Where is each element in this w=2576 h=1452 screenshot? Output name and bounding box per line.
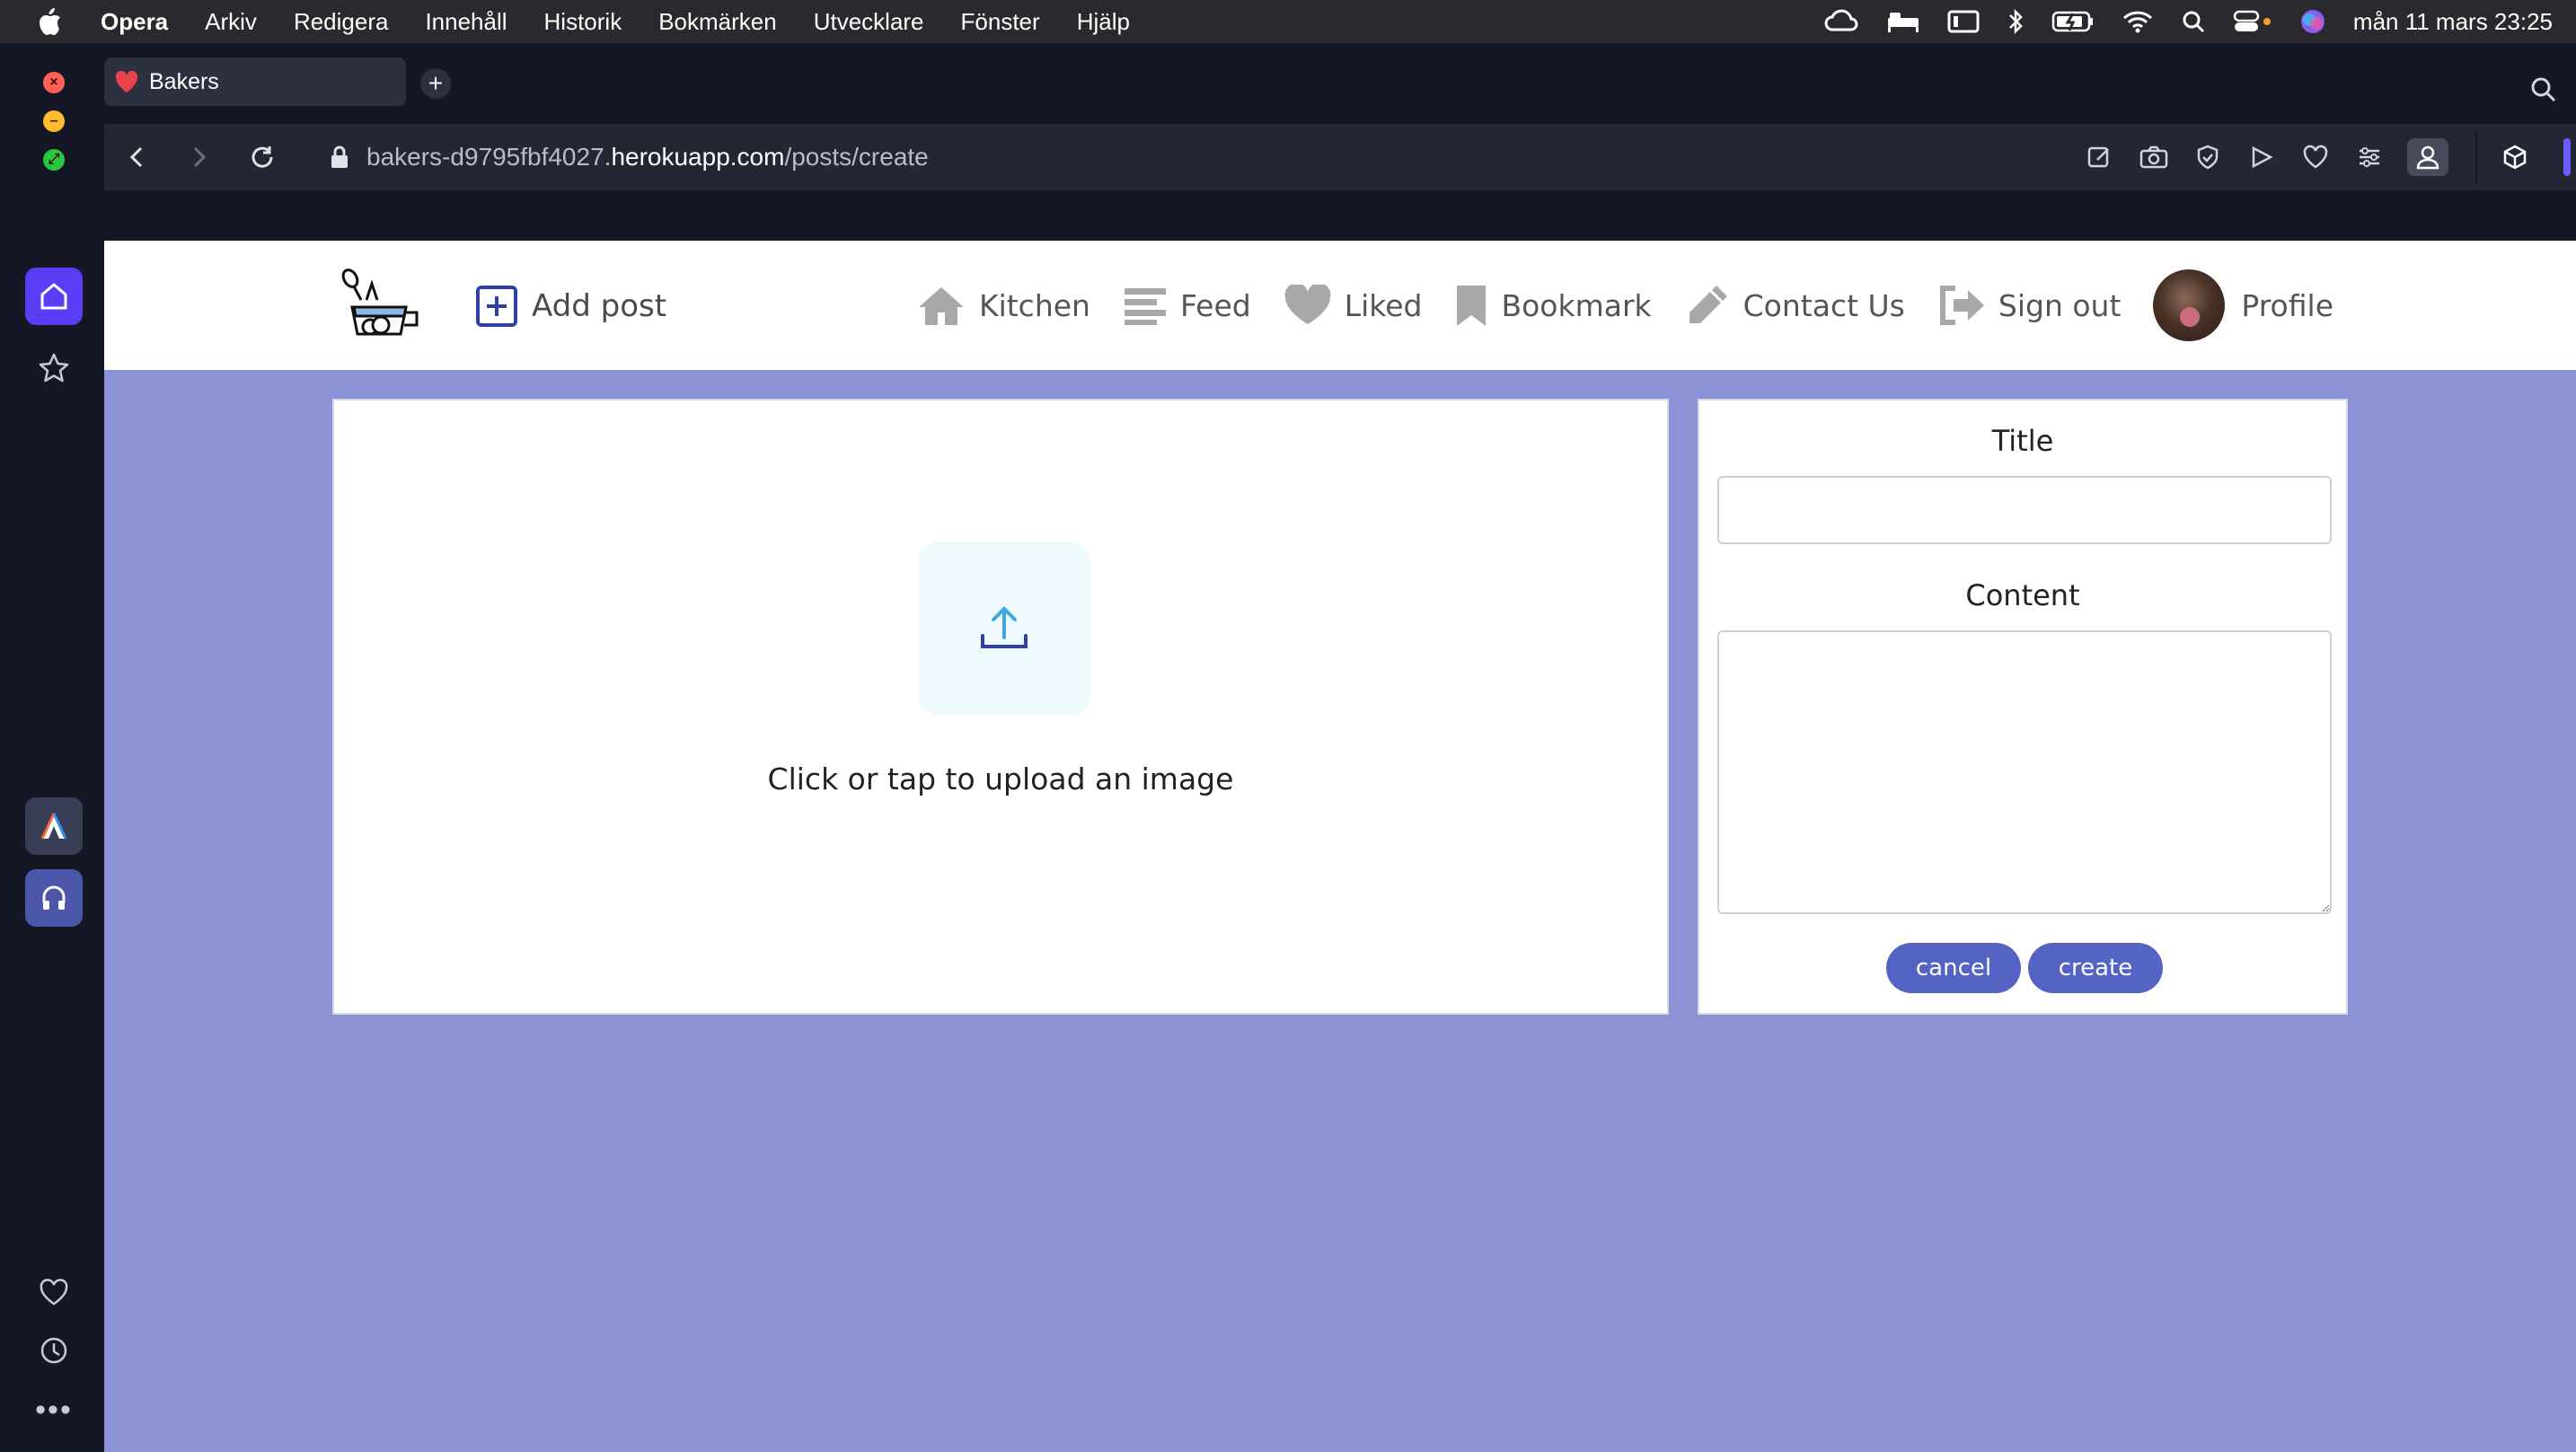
nav-kitchen[interactable]: Kitchen (916, 284, 1090, 327)
sign-out-icon (1937, 285, 1986, 326)
menubar-clock[interactable]: mån 11 mars 23:25 (2353, 8, 2553, 36)
heart-icon (1284, 285, 1332, 326)
nav-signout-label: Sign out (1998, 287, 2122, 323)
my-flow-heart-icon[interactable] (25, 1264, 83, 1322)
sidebar-toggle-icon[interactable] (1947, 9, 1980, 34)
create-button[interactable]: create (2028, 943, 2163, 993)
forward-icon[interactable] (181, 139, 217, 175)
title-input[interactable] (1717, 476, 2332, 544)
image-upload-area[interactable]: Click or tap to upload an image (332, 399, 1669, 1015)
extensions-cube-icon[interactable] (2499, 141, 2531, 173)
bookmark-icon (1454, 283, 1488, 328)
star-speed-dial-icon[interactable] (25, 339, 83, 397)
bed-icon[interactable] (1886, 9, 1920, 34)
title-label: Title (1991, 424, 2054, 458)
macos-menu-bar: Opera Arkiv Redigera Innehåll Historik B… (0, 0, 2576, 43)
nav-feed-label: Feed (1179, 287, 1251, 323)
reload-icon[interactable] (244, 139, 280, 175)
back-icon[interactable] (119, 139, 154, 175)
camera-snapshot-icon[interactable] (2138, 141, 2170, 173)
home-icon[interactable] (25, 268, 83, 325)
menu-arkiv[interactable]: Arkiv (205, 8, 257, 36)
close-window-icon[interactable]: × (43, 72, 65, 93)
upload-icon-box[interactable] (918, 542, 1090, 715)
creative-cloud-icon[interactable] (1823, 8, 1859, 35)
menu-innehall[interactable]: Innehåll (425, 8, 507, 36)
nav-liked[interactable]: Liked (1284, 285, 1423, 326)
nav-signout[interactable]: Sign out (1937, 285, 2122, 326)
nav-kitchen-label: Kitchen (978, 287, 1090, 323)
more-options-icon[interactable]: ••• (25, 1381, 83, 1439)
tab-title: Bakers (149, 68, 219, 94)
url-prefix: bakers-d9795fbf4027. (366, 143, 612, 171)
nav-feed[interactable]: Feed (1123, 285, 1251, 326)
edit-page-icon[interactable] (2084, 141, 2116, 173)
battery-icon[interactable] (2051, 10, 2095, 33)
aria-ai-icon[interactable] (25, 797, 83, 855)
menu-bokmarken[interactable]: Bokmärken (658, 8, 777, 36)
new-tab-button[interactable]: + (420, 68, 451, 99)
music-player-icon[interactable] (25, 869, 83, 927)
siri-icon[interactable] (2299, 8, 2326, 35)
nav-contact-label: Contact Us (1742, 287, 1905, 323)
heart-bookmark-icon[interactable] (2299, 141, 2332, 173)
status-area: mån 11 mars 23:25 (1796, 0, 2553, 43)
history-clock-icon[interactable] (25, 1322, 83, 1379)
spotlight-search-icon[interactable] (2181, 9, 2206, 34)
wifi-icon[interactable] (2122, 9, 2154, 34)
url-host: herokuapp.com (611, 143, 785, 171)
pencil-icon (1684, 282, 1731, 329)
shield-icon[interactable] (2192, 141, 2224, 173)
address-toolbar: bakers-d9795fbf4027.herokuapp.com/posts/… (104, 124, 2576, 190)
heart-favicon-icon (115, 70, 138, 92)
menu-redigera[interactable]: Redigera (294, 8, 389, 36)
upload-instruction: Click or tap to upload an image (767, 761, 1234, 796)
apple-icon[interactable] (36, 7, 63, 36)
post-form: Title Content cancel create (1698, 399, 2348, 1015)
menu-historik[interactable]: Historik (544, 8, 622, 36)
page-viewport: Add post Kitchen Feed Liked Bookmark Con… (104, 241, 2576, 1452)
menu-utvecklare[interactable]: Utvecklare (814, 8, 924, 36)
add-post-link[interactable]: Add post (474, 282, 666, 330)
house-icon (916, 284, 966, 327)
address-bar-url[interactable]: bakers-d9795fbf4027.herokuapp.com/posts/… (366, 143, 929, 172)
nav-contact[interactable]: Contact Us (1684, 282, 1905, 329)
control-center-icon[interactable] (2233, 9, 2272, 34)
nav-profile-label: Profile (2241, 287, 2333, 323)
site-navbar: Add post Kitchen Feed Liked Bookmark Con… (104, 241, 2576, 370)
add-post-label: Add post (532, 288, 667, 324)
cancel-button[interactable]: cancel (1886, 943, 2021, 993)
browser-sidebar: ••• (0, 151, 104, 1452)
tab-search-icon[interactable] (2529, 75, 2558, 109)
bakers-logo-icon[interactable] (340, 268, 428, 341)
menu-app-name[interactable]: Opera (101, 8, 168, 36)
nav-liked-label: Liked (1344, 287, 1423, 323)
lock-icon[interactable] (329, 144, 350, 171)
nav-bookmark-label: Bookmark (1501, 287, 1652, 323)
site-nav-links: Kitchen Feed Liked Bookmark Contact Us S… (884, 241, 2333, 370)
send-flow-icon[interactable] (2245, 141, 2278, 173)
profile-icon[interactable] (2407, 138, 2448, 176)
content-label: Content (1965, 578, 2080, 612)
upload-icon (981, 606, 1028, 648)
browser-tab[interactable]: Bakers (104, 57, 406, 106)
nav-bookmark[interactable]: Bookmark (1454, 283, 1652, 328)
browser-window: × – ⤢ Bakers + bakers-d9795fbf4027.herok… (0, 45, 2576, 1452)
nav-profile[interactable]: Profile (2153, 269, 2333, 341)
content-textarea[interactable] (1717, 630, 2332, 914)
avatar (2153, 269, 2226, 341)
bluetooth-icon[interactable] (2007, 8, 2025, 35)
sidebar-accent-bar (2563, 138, 2571, 176)
url-path: /posts/create (784, 143, 929, 171)
toolbar-divider (2475, 132, 2477, 182)
menu-hjalp[interactable]: Hjälp (1077, 8, 1130, 36)
list-lines-icon (1123, 285, 1168, 326)
minimize-window-icon[interactable]: – (43, 110, 65, 132)
toolbar-actions (2084, 124, 2576, 190)
menu-fonster[interactable]: Fönster (961, 8, 1040, 36)
plus-square-icon (476, 286, 517, 327)
easy-setup-icon[interactable] (2353, 141, 2386, 173)
